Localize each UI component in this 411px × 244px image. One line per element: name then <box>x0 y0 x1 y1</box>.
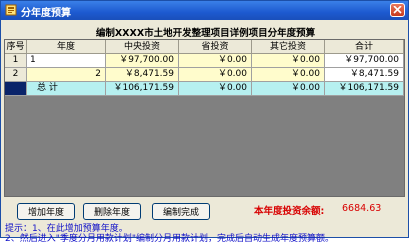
col-header-other: 其它投资 <box>252 40 325 54</box>
col-header-central: 中央投资 <box>106 40 179 54</box>
table-row[interactable]: 2 2 ￥8,471.59 ￥0.00 ￥0.00 ￥8,471.59 <box>5 68 404 82</box>
title-bar[interactable]: 分年度预算 <box>1 1 408 20</box>
table-row[interactable]: 1 1 ￥97,700.00 ￥0.00 ￥0.00 ￥97,700.00 <box>5 54 404 68</box>
row-index: 2 <box>5 68 27 82</box>
window-app-icon <box>5 4 17 16</box>
budget-window: 分年度预算 编制XXXX市土地开发整理项目详例项目分年度预算 序号 年度 中央投… <box>0 0 409 238</box>
balance-label: 本年度投资余额: <box>254 203 324 217</box>
total-provincial: ￥0.00 <box>179 82 252 96</box>
other-cell[interactable]: ￥0.00 <box>252 68 325 82</box>
col-header-index: 序号 <box>5 40 27 54</box>
col-header-total: 合计 <box>325 40 404 54</box>
col-header-year: 年度 <box>27 40 106 54</box>
close-icon <box>393 6 402 14</box>
add-year-button[interactable]: 增加年度 <box>17 203 75 220</box>
complete-button[interactable]: 编制完成 <box>152 203 210 220</box>
close-button[interactable] <box>390 3 405 17</box>
total-cell: ￥8,471.59 <box>325 68 404 82</box>
budget-table[interactable]: 序号 年度 中央投资 省投资 其它投资 合计 1 1 ￥97,700.00 ￥0… <box>4 39 405 197</box>
table-header-row: 序号 年度 中央投资 省投资 其它投资 合计 <box>5 40 404 54</box>
total-sum: ￥106,171.59 <box>325 82 404 96</box>
central-cell[interactable]: ￥97,700.00 <box>106 54 179 68</box>
window-title: 分年度预算 <box>21 4 71 19</box>
balance-value: 6684.63 <box>342 203 381 214</box>
other-cell[interactable]: ￥0.00 <box>252 54 325 68</box>
provincial-cell[interactable]: ￥0.00 <box>179 54 252 68</box>
row-index: 1 <box>5 54 27 68</box>
total-cell: ￥97,700.00 <box>325 54 404 68</box>
tips-text: 提示：1、在此增加预算年度。 2、然后进入"季度分月用款计划"编制分月用款计划，… <box>5 225 334 244</box>
total-row: 总 计 ￥106,171.59 ￥0.00 ￥0.00 ￥106,171.59 <box>5 82 404 96</box>
year-cell[interactable]: 1 <box>27 54 106 68</box>
delete-year-button[interactable]: 删除年度 <box>83 203 141 220</box>
total-other: ￥0.00 <box>252 82 325 96</box>
tip-line: 2、然后进入"季度分月用款计划"编制分月用款计划，完成后自动生成年度预算额。 <box>5 235 334 244</box>
central-cell[interactable]: ￥8,471.59 <box>106 68 179 82</box>
total-label: 总 计 <box>27 82 106 96</box>
col-header-provincial: 省投资 <box>179 40 252 54</box>
year-cell[interactable]: 2 <box>27 68 106 82</box>
total-central: ￥106,171.59 <box>106 82 179 96</box>
total-row-marker <box>5 82 27 96</box>
report-title: 编制XXXX市土地开发整理项目详例项目分年度预算 <box>1 25 410 39</box>
provincial-cell[interactable]: ￥0.00 <box>179 68 252 82</box>
